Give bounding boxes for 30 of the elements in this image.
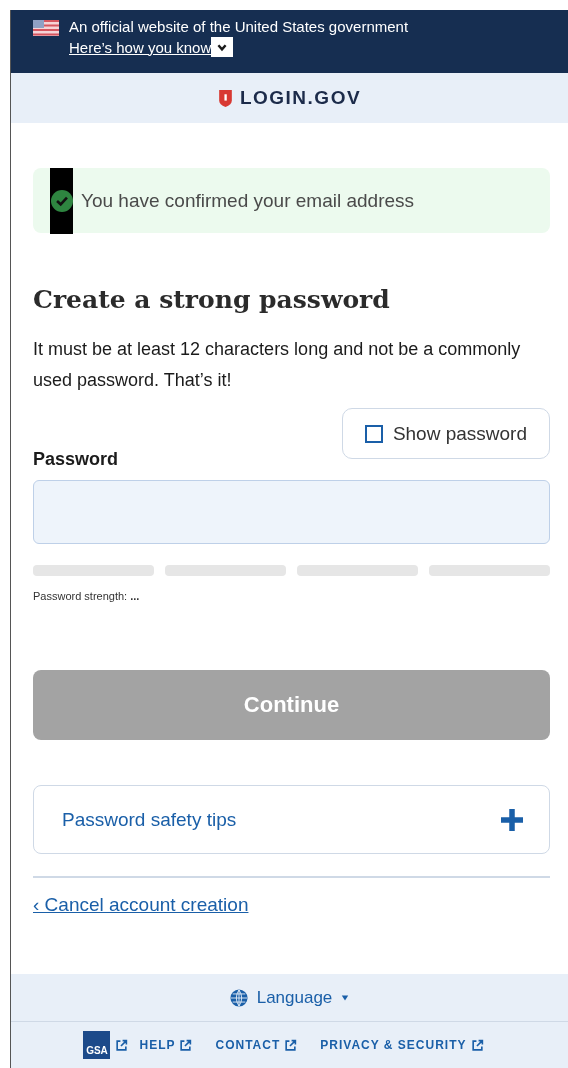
- chevron-icon[interactable]: [211, 37, 234, 57]
- globe-icon[interactable]: [229, 988, 248, 1007]
- show-password-toggle[interactable]: Show password: [341, 408, 550, 459]
- banner-text: An official website of the United States government: [69, 18, 409, 35]
- external-link-icon[interactable]: [284, 1038, 298, 1052]
- external-link-icon[interactable]: [179, 1038, 193, 1052]
- logo-text: LOGIN.GOV: [239, 87, 362, 109]
- footer-link[interactable]: PRIVACY & SECURITY: [320, 1038, 484, 1052]
- alert-text: You have confirmed your email address: [81, 189, 415, 212]
- external-link-icon: [115, 1038, 129, 1052]
- gsa-logo[interactable]: GSA: [83, 1031, 111, 1059]
- cancel-link[interactable]: ‹ Cancel account creation: [33, 894, 249, 916]
- check-circle-icon: [51, 189, 73, 212]
- shield-icon: [217, 88, 233, 108]
- plus-icon[interactable]: [501, 808, 523, 831]
- language-button[interactable]: Language: [223, 986, 356, 1009]
- flag-icon: [33, 20, 59, 36]
- accordion-label[interactable]: Password safety tips: [62, 808, 237, 831]
- footer-link[interactable]: CONTACT: [215, 1038, 298, 1052]
- strength-label: Password strength:: [33, 590, 128, 602]
- strength-value: ...: [130, 590, 140, 602]
- password-input[interactable]: [33, 480, 550, 544]
- how-you-know-link[interactable]: Here’s how you know: [69, 38, 212, 56]
- page-heading: Create a strong password: [33, 285, 391, 314]
- caret-icon[interactable]: [341, 993, 350, 1002]
- password-label: Password: [33, 449, 120, 470]
- intro-text: It must be at least 12 characters long and not be a commonly used password. That’s it!: [33, 338, 522, 392]
- footer-link[interactable]: HELP: [139, 1038, 193, 1052]
- external-link-icon[interactable]: [470, 1038, 484, 1052]
- safety-tips-accordion[interactable]: Password safety tips: [33, 785, 550, 854]
